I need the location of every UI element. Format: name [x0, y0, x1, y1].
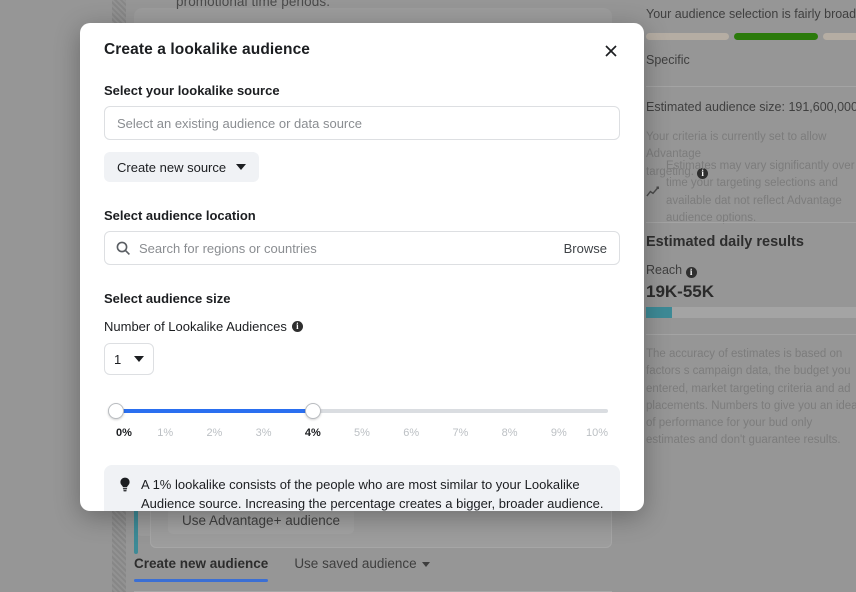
slider-tick-5pct: 5%	[354, 427, 370, 439]
slider-tick-3pct: 3%	[255, 427, 272, 439]
panel-divider-3	[646, 334, 856, 335]
lookalike-count-select[interactable]: 1	[104, 343, 154, 375]
slider-tick-8pct: 8%	[501, 427, 518, 439]
slider-tick-2pct: 2%	[206, 427, 223, 439]
slider-tick-labels: 0% 1% 2% 3% 4% 5% 6% 7% 8% 9% 10%	[104, 427, 620, 443]
slider-tick-6pct: 6%	[403, 427, 420, 439]
tab-use-saved-audience[interactable]: Use saved audience	[294, 556, 430, 581]
audience-breadth-text: Your audience selection is fairly broad.	[646, 7, 856, 21]
lookalike-count-label-row: Number of Lookalike Audiences i	[104, 319, 620, 334]
search-icon	[116, 241, 130, 255]
estimates-note: Estimates may vary significantly over ti…	[646, 158, 856, 227]
line-chart-icon	[646, 186, 659, 197]
chevron-down-icon	[421, 561, 430, 567]
audience-size-label: Select audience size	[104, 291, 231, 306]
reach-progress-bar	[646, 307, 856, 318]
audience-size-slider[interactable]	[104, 403, 620, 419]
info-icon[interactable]: i	[291, 321, 303, 332]
estimated-audience-size: Estimated audience size: 191,600,000 - 2…	[646, 100, 856, 114]
audience-location-input[interactable]: Search for regions or countries Browse	[104, 231, 620, 265]
lookalike-source-input[interactable]: Select an existing audience or data sour…	[104, 106, 620, 140]
slider-tick-7pct: 7%	[452, 427, 469, 439]
slider-tick-9pct: 9%	[550, 427, 567, 439]
use-advantage-audience-button[interactable]: Use Advantage+ audience	[168, 507, 354, 534]
info-icon[interactable]: i	[685, 267, 697, 278]
slider-thumb-start[interactable]	[108, 403, 124, 419]
browse-button[interactable]: Browse	[556, 241, 607, 256]
reach-value: 19K-55K	[646, 282, 715, 301]
audience-definition-panel: Your audience selection is fairly broad.…	[638, 0, 856, 592]
tab-use-saved-audience-label: Use saved audience	[294, 556, 417, 571]
chevron-down-icon	[134, 356, 144, 362]
gauge-segment-right	[823, 33, 856, 40]
slider-thumb-end[interactable]	[304, 403, 321, 419]
slider-tick-1pct: 1%	[157, 427, 174, 439]
panel-divider-2	[646, 222, 856, 223]
lookalike-tip-text: A 1% lookalike consists of the people wh…	[141, 477, 604, 511]
slider-tick-10pct: 10%	[585, 427, 608, 439]
gauge-specific-label: Specific	[646, 53, 690, 67]
lightbulb-icon	[120, 477, 130, 492]
estimates-note-text: Estimates may vary significantly over ti…	[666, 160, 855, 224]
close-icon[interactable]	[598, 38, 624, 64]
audience-breadth-gauge	[646, 33, 856, 40]
create-new-source-button[interactable]: Create new source	[104, 152, 260, 182]
slider-tick-0pct: 0%	[116, 427, 132, 439]
lookalike-source-placeholder: Select an existing audience or data sour…	[117, 115, 362, 131]
lookalike-tip-box: A 1% lookalike consists of the people wh…	[104, 465, 620, 511]
panel-divider-1	[646, 86, 856, 87]
background-cut-text: promotional time periods.	[176, 0, 331, 9]
background-tabs: Create new audience Use saved audience	[134, 556, 612, 592]
criteria-note-line-1: Your criteria is currently set to allow …	[646, 131, 827, 161]
tab-create-new-audience-label: Create new audience	[134, 556, 269, 571]
reach-progress-fill	[646, 307, 672, 318]
tab-create-new-audience[interactable]: Create new audience	[134, 556, 269, 582]
accuracy-note: The accuracy of estimates is based on fa…	[646, 348, 856, 447]
lookalike-count-value: 1	[114, 351, 122, 367]
dialog-title: Create a lookalike audience	[104, 41, 311, 58]
close-icon-glyph	[605, 45, 617, 57]
reach-label-row: Reach i	[646, 263, 697, 278]
dialog-header: Create a lookalike audience	[104, 41, 620, 64]
create-lookalike-audience-dialog: Create a lookalike audience Select your …	[80, 23, 644, 511]
slider-track-fill	[116, 409, 313, 413]
audience-location-label: Select audience location	[104, 208, 256, 223]
audience-location-placeholder: Search for regions or countries	[139, 240, 317, 256]
dialog-body: Create a lookalike audience Select your …	[80, 23, 644, 511]
gauge-segment-active	[733, 33, 819, 40]
lookalike-count-label: Number of Lookalike Audiences	[104, 319, 287, 334]
chevron-down-icon	[236, 164, 247, 170]
create-new-source-label: Create new source	[117, 159, 227, 175]
reach-label: Reach	[646, 263, 683, 277]
lookalike-source-label: Select your lookalike source	[104, 83, 280, 98]
slider-tick-4pct: 4%	[304, 427, 321, 439]
gauge-segment-left	[646, 33, 729, 40]
estimated-daily-results-title: Estimated daily results	[646, 234, 804, 250]
